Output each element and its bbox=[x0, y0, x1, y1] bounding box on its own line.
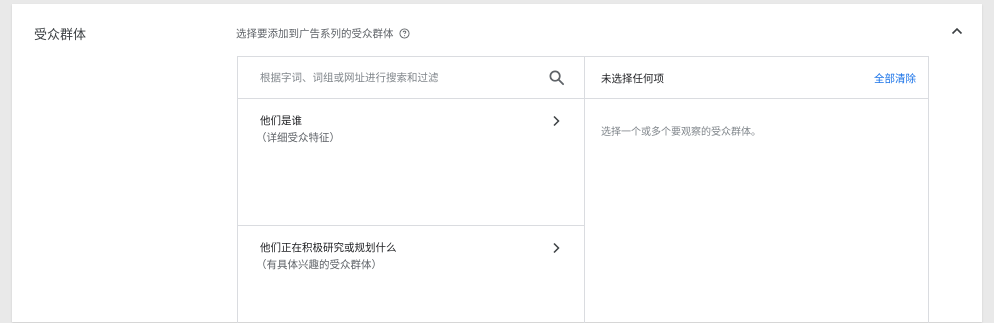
selection-column: 未选择任何项 全部清除 选择一个或多个要观察的受众群体。 bbox=[585, 57, 928, 323]
section-title: 受众群体 bbox=[34, 28, 87, 43]
chevron-right-icon bbox=[553, 115, 560, 127]
category-who-they-are[interactable]: 他们是谁 （详细受众特征） bbox=[238, 99, 584, 226]
search-input[interactable] bbox=[260, 69, 540, 87]
chevron-up-icon bbox=[951, 27, 963, 35]
browse-column: 他们是谁 （详细受众特征） 他们正在积极研究或规划什么 （有具体兴趣的受众群体） bbox=[238, 57, 585, 323]
chevron-right-icon bbox=[553, 242, 560, 254]
help-circle-icon[interactable] bbox=[398, 28, 410, 39]
instruction-text: 选择要添加到广告系列的受众群体 bbox=[236, 28, 394, 40]
selection-header: 未选择任何项 全部清除 bbox=[585, 57, 928, 99]
category-title: 他们是谁 bbox=[260, 115, 302, 127]
selected-count-label: 未选择任何项 bbox=[601, 73, 664, 85]
instruction-text-row: 选择要添加到广告系列的受众群体 bbox=[236, 26, 410, 41]
audience-card: 受众群体 选择要添加到广告系列的受众群体 他们是谁 （详细受众特征） bbox=[12, 4, 982, 323]
category-subtitle: （详细受众特征） bbox=[256, 132, 340, 144]
category-in-market[interactable]: 他们正在积极研究或规划什么 （有具体兴趣的受众群体） bbox=[238, 226, 584, 323]
category-title: 他们正在积极研究或规划什么 bbox=[260, 242, 397, 254]
audience-picker-panel: 他们是谁 （详细受众特征） 他们正在积极研究或规划什么 （有具体兴趣的受众群体）… bbox=[237, 56, 929, 323]
empty-selection-hint: 选择一个或多个要观察的受众群体。 bbox=[601, 127, 761, 138]
category-subtitle: （有具体兴趣的受众群体） bbox=[256, 259, 382, 271]
collapse-section-button[interactable] bbox=[946, 20, 968, 42]
search-icon[interactable] bbox=[548, 69, 565, 86]
clear-all-link[interactable]: 全部清除 bbox=[874, 71, 916, 86]
search-row bbox=[238, 57, 584, 99]
